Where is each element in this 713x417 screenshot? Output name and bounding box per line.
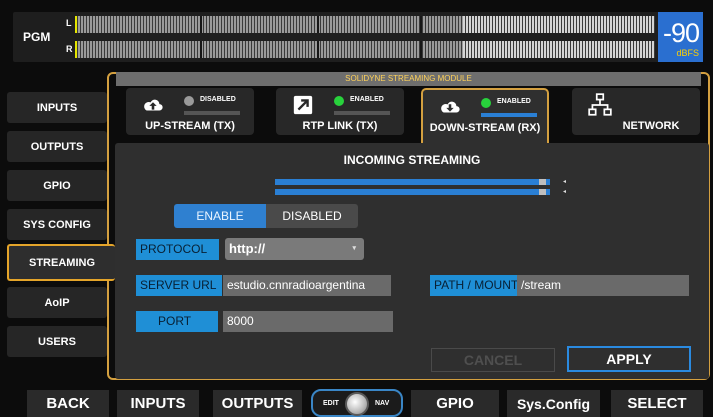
sidebar-item-label: SYS CONFIG — [23, 218, 91, 231]
server-url-field[interactable]: estudio.cnnradioargentina — [223, 275, 391, 296]
edit-nav-knob[interactable]: EDIT NAV — [311, 389, 403, 417]
inputs-button[interactable]: INPUTS — [117, 390, 199, 417]
panel-title: INCOMING STREAMING — [343, 153, 481, 167]
chevron-down-icon: ▾ — [352, 245, 356, 252]
tab-label: RTP LINK (TX) — [302, 120, 378, 132]
left-meter-bar — [75, 16, 655, 33]
server-url-label: SERVER URL — [136, 275, 222, 296]
tab-network[interactable]: NETWORK — [572, 88, 700, 135]
enable-option[interactable]: ENABLE — [174, 204, 266, 228]
enable-toggle[interactable]: ENABLE DISABLED — [174, 204, 358, 228]
protocol-value: http:// — [229, 241, 266, 256]
rotary-knob-icon — [345, 392, 369, 416]
apply-button[interactable]: APPLY — [567, 346, 691, 372]
back-button[interactable]: BACK — [27, 390, 109, 417]
level-bar — [184, 111, 240, 115]
dbfs-value: -90 — [662, 18, 700, 48]
sidebar-item-sys-config[interactable]: SYS CONFIG — [7, 209, 107, 240]
tab-label: DOWN-STREAM (RX) — [429, 122, 541, 134]
right-channel-label: R — [66, 44, 73, 54]
knob-nav-label: NAV — [375, 400, 390, 407]
sidebar-item-label: GPIO — [43, 179, 71, 192]
gpio-button[interactable]: GPIO — [411, 390, 499, 417]
tab-label: NETWORK — [622, 120, 680, 132]
tab-label: UP-STREAM (TX) — [145, 120, 235, 132]
sys-config-button[interactable]: Sys.Config — [507, 390, 600, 417]
disabled-option[interactable]: DISABLED — [266, 204, 358, 228]
sidebar-item-label: OUTPUTS — [30, 140, 84, 153]
left-channel-label: L — [66, 18, 72, 28]
knob-edit-label: EDIT — [323, 400, 339, 407]
tab-down-stream[interactable]: ENABLED DOWN-STREAM (RX) — [421, 88, 549, 143]
stream-level-bar-left — [275, 179, 550, 185]
network-icon — [588, 93, 612, 116]
sidebar-item-gpio[interactable]: GPIO — [7, 170, 107, 201]
protocol-label: PROTOCOL — [136, 239, 219, 260]
status-text: DISABLED — [200, 96, 236, 103]
sidebar-item-streaming[interactable]: STREAMING — [7, 244, 115, 281]
arrow-box-icon — [293, 95, 313, 115]
sidebar-item-label: STREAMING — [29, 256, 95, 269]
status-led — [481, 98, 491, 108]
dbfs-readout: -90 dBFS — [658, 12, 703, 62]
dbfs-unit: dBFS — [676, 48, 699, 58]
peak-marker-icon: ◂ — [563, 189, 567, 195]
module-title: SOLIDYNE STREAMING MODULE — [116, 72, 701, 86]
sidebar-item-label: AoIP — [44, 296, 70, 309]
port-label: PORT — [136, 311, 218, 332]
protocol-select[interactable]: http:// ▾ — [225, 238, 364, 260]
sidebar-item-users[interactable]: USERS — [7, 326, 107, 357]
cloud-download-icon — [441, 101, 460, 113]
outputs-button[interactable]: OUTPUTS — [213, 390, 302, 417]
status-led — [334, 96, 344, 106]
port-field[interactable]: 8000 — [223, 311, 393, 332]
sidebar-item-label: USERS — [38, 335, 76, 348]
path-mount-label: PATH / MOUNT — [430, 275, 517, 296]
sidebar-item-label: INPUTS — [36, 101, 78, 114]
status-text: ENABLED — [350, 96, 384, 103]
cloud-upload-icon — [144, 99, 163, 111]
level-bar — [481, 113, 537, 117]
path-mount-field[interactable]: /stream — [517, 275, 689, 296]
sidebar-item-aoip[interactable]: AoIP — [7, 287, 107, 318]
status-text: ENABLED — [497, 98, 531, 105]
tab-rtp-link[interactable]: ENABLED RTP LINK (TX) — [276, 88, 404, 135]
status-led — [184, 96, 194, 106]
level-bar — [334, 111, 390, 115]
cancel-button[interactable]: CANCEL — [431, 348, 555, 372]
sidebar-item-inputs[interactable]: INPUTS — [7, 92, 107, 123]
right-meter-bar — [75, 41, 655, 58]
pgm-meter: PGM L R -90 dBFS — [13, 12, 703, 62]
peak-marker-icon: ◂ — [563, 179, 567, 185]
select-button[interactable]: SELECT — [611, 390, 703, 417]
pgm-label: PGM — [23, 30, 51, 44]
stream-level-bar-right — [275, 189, 550, 195]
tab-up-stream[interactable]: DISABLED UP-STREAM (TX) — [126, 88, 254, 135]
sidebar-item-outputs[interactable]: OUTPUTS — [7, 131, 107, 162]
incoming-streaming-panel: INCOMING STREAMING ◂ ◂ ENABLE DISABLED P… — [115, 143, 709, 379]
